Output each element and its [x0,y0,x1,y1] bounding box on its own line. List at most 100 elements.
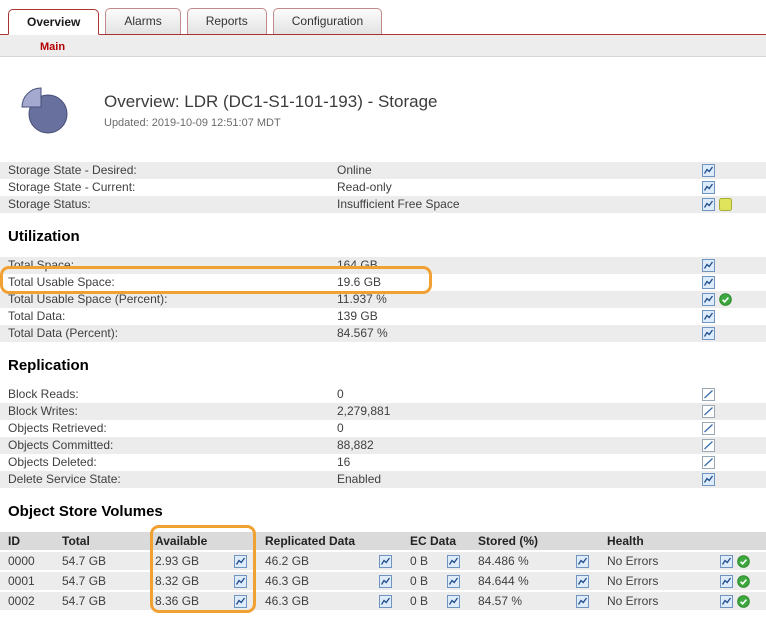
attr-value: Online [337,162,702,179]
tab-alarms[interactable]: Alarms [105,8,180,34]
col-header-stored-percent: Stored (%) [470,532,599,552]
attr-label: Storage State - Current: [0,179,337,196]
cell-health: No Errors [599,552,766,572]
cell-stored-percent: 84.57 % [470,592,599,612]
breadcrumb-bar: Main [0,35,766,57]
cell-id: 0001 [0,572,54,592]
chart-icon[interactable] [447,555,460,568]
attr-label: Total Usable Space: [0,274,337,291]
chart-icon[interactable] [702,164,715,177]
cell-ec-data: 0 B [402,552,470,572]
chart-icon[interactable] [720,555,733,568]
attr-label: Total Space: [0,257,337,274]
chart-icon[interactable] [576,575,589,588]
attr-label: Objects Deleted: [0,454,337,471]
graph-icon[interactable] [702,405,715,418]
health-value: No Errors [607,554,658,568]
row-icons [702,181,766,194]
attr-row-block-reads: Block Reads: 0 [0,386,766,403]
main-link[interactable]: Main [40,41,65,53]
attr-row-objects-retrieved: Objects Retrieved: 0 [0,420,766,437]
tab-overview[interactable]: Overview [8,9,99,35]
row-icons [702,405,766,418]
chart-icon[interactable] [702,181,715,194]
cell-available: 8.36 GB [147,592,257,612]
chart-icon[interactable] [702,293,715,306]
chart-icon[interactable] [702,198,715,211]
chart-icon[interactable] [379,575,392,588]
stored-value: 84.644 % [478,574,529,588]
attr-value: 84.567 % [337,325,702,342]
success-icon [737,555,750,568]
chart-icon[interactable] [234,595,247,608]
chart-icon[interactable] [234,555,247,568]
cell-id: 0000 [0,552,54,572]
attr-row-total-usable-space: Total Usable Space: 19.6 GB [0,274,766,291]
row-icons [702,456,766,469]
attr-value: Insufficient Free Space [337,196,702,213]
col-header-health: Health [599,532,766,552]
col-header-total: Total [54,532,147,552]
available-value: 8.36 GB [155,594,199,608]
chart-icon[interactable] [379,595,392,608]
attr-row-total-data-percent: Total Data (Percent): 84.567 % [0,325,766,342]
row-icons [702,388,766,401]
chart-icon[interactable] [702,276,715,289]
chart-icon[interactable] [702,310,715,323]
replication-table: Block Reads: 0 Block Writes: 2,279,881 O… [0,386,766,488]
tab-configuration[interactable]: Configuration [273,8,382,34]
graph-icon[interactable] [702,422,715,435]
row-icons [720,595,766,608]
page-title: Overview: LDR (DC1-S1-101-193) - Storage [104,92,438,112]
attr-row-storage-status: Storage Status: Insufficient Free Space [0,196,766,213]
chart-icon[interactable] [234,575,247,588]
row-icons [702,293,766,306]
pie-chart-icon [18,83,70,138]
attr-row-block-writes: Block Writes: 2,279,881 [0,403,766,420]
attr-label: Block Writes: [0,403,337,420]
table-row-volume-0001: 0001 54.7 GB 8.32 GB 46.3 GB 0 B 84.644 … [0,572,766,592]
chart-icon[interactable] [702,259,715,272]
attr-value: 139 GB [337,308,702,325]
tab-reports[interactable]: Reports [187,8,267,34]
attr-label: Total Usable Space (Percent): [0,291,337,308]
success-icon [737,595,750,608]
attr-label: Total Data (Percent): [0,325,337,342]
row-icons [720,555,766,568]
row-icons [702,198,766,211]
graph-icon[interactable] [702,456,715,469]
object-store-volumes-table: ID Total Available Replicated Data EC Da… [0,532,766,612]
attr-value: Read-only [337,179,702,196]
row-icons [702,276,766,289]
cell-stored-percent: 84.486 % [470,552,599,572]
attr-row-storage-state-current: Storage State - Current: Read-only [0,179,766,196]
utilization-heading: Utilization [0,213,766,257]
attr-label: Storage Status: [0,196,337,213]
chart-icon[interactable] [576,595,589,608]
chart-icon[interactable] [720,575,733,588]
chart-icon[interactable] [447,575,460,588]
replicated-value: 46.3 GB [265,594,309,608]
available-value: 8.32 GB [155,574,199,588]
chart-icon[interactable] [702,327,715,340]
replicated-value: 46.3 GB [265,574,309,588]
graph-icon[interactable] [702,439,715,452]
cell-replicated-data: 46.3 GB [257,592,402,612]
attr-value: 19.6 GB [337,274,702,291]
col-header-available: Available [147,532,257,552]
attr-value: 0 [337,386,702,403]
cell-health: No Errors [599,592,766,612]
attr-value: Enabled [337,471,702,488]
cell-id: 0002 [0,592,54,612]
chart-icon[interactable] [720,595,733,608]
row-icons [702,439,766,452]
chart-icon[interactable] [447,595,460,608]
attr-value: 2,279,881 [337,403,702,420]
chart-icon[interactable] [576,555,589,568]
chart-icon[interactable] [379,555,392,568]
col-header-ec-data: EC Data [402,532,470,552]
col-header-id: ID [0,532,54,552]
graph-icon[interactable] [702,388,715,401]
attr-label: Storage State - Desired: [0,162,337,179]
chart-icon[interactable] [702,473,715,486]
